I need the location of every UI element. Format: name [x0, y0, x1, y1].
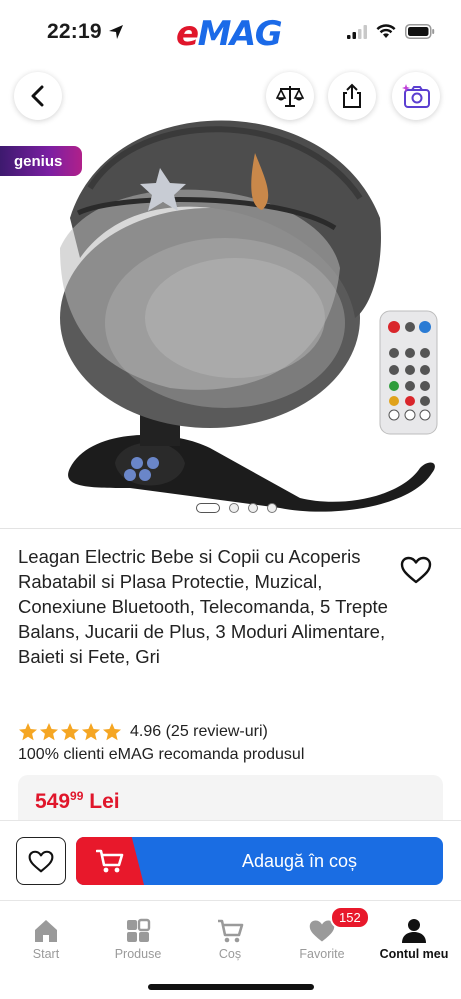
- product-title: Leagan Electric Bebe si Copii cu Acoperi…: [18, 546, 388, 667]
- clock: 22:19: [47, 20, 124, 44]
- pagination-dot-active[interactable]: [196, 503, 220, 513]
- pagination-dot[interactable]: [267, 503, 277, 513]
- clock-text: 22:19: [47, 20, 102, 43]
- wifi-icon: [376, 24, 396, 38]
- share-button[interactable]: [328, 72, 376, 120]
- star-icon: [61, 723, 79, 741]
- recommend-text: 100% clienti eMAG recomanda produsul: [18, 746, 305, 763]
- scale-icon: [276, 86, 304, 107]
- cart-icon: [218, 919, 244, 943]
- price-cents: 99: [70, 789, 84, 803]
- rating-value: 4.96 (25 review-uri): [130, 723, 268, 740]
- compare-button[interactable]: [266, 72, 314, 120]
- location-arrow-icon: [108, 25, 123, 39]
- tab-label: Start: [32, 947, 60, 961]
- tab-label: Coș: [218, 947, 242, 961]
- rating-row[interactable]: 4.96 (25 review-uri): [18, 722, 268, 742]
- pagination-dot[interactable]: [248, 503, 258, 513]
- star-icon: [82, 723, 100, 741]
- tab-label: Contul meu: [379, 947, 449, 961]
- battery-icon: [405, 24, 435, 39]
- tab-start[interactable]: Start: [0, 917, 92, 961]
- product-gallery[interactable]: genius: [0, 68, 461, 528]
- gallery-pagination[interactable]: [196, 503, 277, 513]
- cart-icon-area: [76, 837, 144, 885]
- genius-label: genius: [14, 152, 63, 170]
- back-button[interactable]: [14, 72, 62, 120]
- star-icon: [40, 723, 58, 741]
- heart-outline-icon: [28, 850, 54, 872]
- camera-sparkle-icon: [402, 84, 430, 108]
- star-rating: [18, 722, 122, 742]
- genius-badge: genius: [0, 146, 82, 176]
- home-indicator: [148, 984, 314, 990]
- divider: [0, 528, 461, 529]
- tab-label: Produse: [114, 947, 162, 961]
- user-icon: [402, 919, 426, 943]
- share-icon: [343, 83, 361, 108]
- buy-bar: Adaugă în coș: [0, 820, 461, 900]
- cart-icon: [96, 849, 124, 873]
- add-to-cart-label: Adaugă în coș: [241, 850, 358, 871]
- add-to-cart-button[interactable]: Adaugă în coș: [76, 837, 443, 885]
- favorites-count-badge: 152: [330, 906, 370, 929]
- visual-search-button[interactable]: [392, 72, 440, 120]
- tab-label: Favorite: [299, 947, 345, 961]
- price-currency: Lei: [89, 790, 120, 813]
- chevron-left-icon: [31, 85, 44, 107]
- grid-icon: [127, 918, 151, 942]
- product-image-baby-swing[interactable]: [0, 68, 461, 528]
- tab-contul-meu[interactable]: Contul meu: [368, 917, 460, 961]
- home-icon: [35, 920, 57, 942]
- pagination-dot[interactable]: [229, 503, 239, 513]
- heart-outline-icon[interactable]: [400, 556, 432, 584]
- price: 54999 Lei: [35, 789, 120, 814]
- cellular-signal-icon: [347, 24, 367, 39]
- status-bar: 22:19 eMAG: [0, 0, 461, 68]
- tab-cos[interactable]: Coș: [184, 917, 276, 961]
- star-icon: [103, 723, 121, 741]
- emag-logo[interactable]: eMAG: [176, 14, 283, 54]
- tab-produse[interactable]: Produse: [92, 917, 184, 961]
- status-icons: [347, 24, 435, 39]
- star-icon: [19, 723, 37, 741]
- add-to-favorites-button[interactable]: [16, 837, 66, 885]
- price-main: 549: [35, 790, 71, 813]
